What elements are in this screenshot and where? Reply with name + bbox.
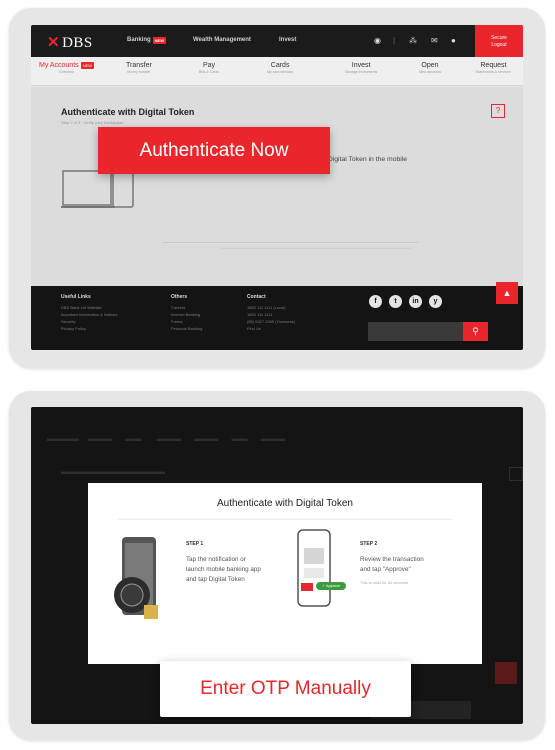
modal-divider [118, 519, 452, 520]
sub-navigation: My Accounts NEW Overview Transfer Money tra… [31, 57, 523, 86]
footer-link[interactable]: DBS Bank Ltd Website [61, 305, 102, 310]
footer-link[interactable]: Internet Banking [171, 312, 200, 317]
facebook-icon[interactable]: f [369, 295, 382, 308]
user-icon[interactable]: ● [451, 36, 456, 45]
divider [163, 242, 418, 243]
footer-contact-line[interactable]: Find Us [247, 326, 261, 331]
background-scroll-ghost [495, 662, 517, 684]
background-help-ghost [509, 467, 523, 481]
subnav-invest[interactable]: Invest Manage investments [345, 62, 377, 74]
footer-link[interactable]: Forms [171, 319, 182, 324]
subnav-cards[interactable]: Cards My card services [267, 62, 293, 74]
location-search-button[interactable]: ⚲ [463, 322, 488, 341]
footer-link[interactable]: Privacy Policy [61, 326, 86, 331]
footer-link[interactable]: Security [61, 319, 75, 324]
approve-button-illustration: ✓ Approve [316, 582, 346, 590]
divider-icon: | [393, 36, 396, 45]
topnav-banking[interactable]: Banking NEW [127, 37, 167, 44]
step1-text-line: launch mobile banking app [186, 566, 261, 573]
eye-icon[interactable]: ◉ [374, 36, 381, 45]
subnav-transfer[interactable]: Transfer Money transfer [126, 62, 152, 74]
tablet-frame-top: ✕ DBS Banking NEW Wealth Management Invest… [9, 8, 545, 368]
mail-icon[interactable]: ✉ [431, 36, 438, 45]
logout-button[interactable]: Secure Logout [475, 25, 523, 57]
footer-search-input[interactable] [368, 322, 463, 341]
scroll-to-top-button[interactable]: ▲ [496, 282, 518, 304]
network-icon[interactable]: ⁂ [409, 36, 417, 45]
footer-link[interactable]: Personal Banking [171, 326, 202, 331]
digital-token-modal: Authenticate with Digital Token STEP 1 T… [88, 483, 482, 664]
footer: ▲ Useful Links DBS Bank Ltd Website Impo… [31, 282, 523, 350]
step2-note: This is valid for 60 seconds [360, 580, 409, 585]
step2-label: STEP 2 [360, 541, 378, 547]
subnav-my-accounts[interactable]: My Accounts NEW Overview [39, 62, 95, 74]
enter-otp-manually-button[interactable]: Enter OTP Manually [160, 661, 411, 717]
screen-token-modal: ▬▬▬▬ ▬▬▬ ▬▬ ▬▬▬ ▬▬▬ ▬▬ ▬▬▬ ▬▬▬▬▬▬▬▬▬▬▬▬▬… [31, 407, 523, 724]
dbs-star-icon: ✕ [47, 34, 61, 51]
subnav-open[interactable]: Open New accounts [419, 62, 441, 74]
step2-text-line: and tap "Approve" [360, 566, 411, 573]
step1-label: STEP 1 [186, 541, 204, 547]
screen-authenticate-page: ✕ DBS Banking NEW Wealth Management Invest… [31, 25, 523, 350]
tablet-frame-bottom: ▬▬▬▬ ▬▬▬ ▬▬ ▬▬▬ ▬▬▬ ▬▬ ▬▬▬ ▬▬▬▬▬▬▬▬▬▬▬▬▬… [9, 391, 545, 740]
youtube-icon[interactable]: y [429, 295, 442, 308]
subnav-pay[interactable]: Pay Bills & Cards [199, 62, 219, 74]
topnav-invest[interactable]: Invest [279, 37, 296, 43]
divider [221, 248, 411, 249]
page-title: Authenticate with Digital Token [61, 107, 195, 117]
main-content: Authenticate with Digital Token Step 2 o… [31, 87, 523, 286]
top-bar: ✕ DBS Banking NEW Wealth Management Invest… [31, 25, 523, 57]
footer-link[interactable]: Careers [171, 305, 185, 310]
footer-contact-line: (65) 6327 2265 (Overseas) [247, 319, 296, 324]
phone-token-illustration [114, 537, 158, 619]
step1-text-line: Tap the notification or [186, 556, 246, 563]
background-nav-ghost: ▬▬▬▬ ▬▬▬ ▬▬ ▬▬▬ ▬▬▬ ▬▬ ▬▬▬ [47, 434, 285, 443]
footer-heading-links: Useful Links [61, 294, 91, 300]
authenticate-now-button[interactable]: Authenticate Now [98, 127, 330, 174]
background-title-ghost: ▬▬▬▬▬▬▬▬▬▬▬▬▬ [61, 467, 165, 476]
modal-title: Authenticate with Digital Token [216, 498, 353, 509]
help-button[interactable]: ? [491, 104, 505, 118]
step1-text-line: and tap Digital Token [186, 576, 245, 583]
dbs-logo[interactable]: ✕ DBS [47, 33, 93, 52]
footer-contact-line: 1800 111 1111 [247, 312, 273, 317]
linkedin-icon[interactable]: in [409, 295, 422, 308]
phone-approve-illustration [297, 529, 331, 607]
footer-heading-others: Others [171, 294, 188, 300]
footer-heading-contact: Contact [247, 294, 266, 300]
step2-text-line: Review the transaction [360, 556, 424, 563]
footer-link[interactable]: Important Information & Notices [61, 312, 117, 317]
subnav-request[interactable]: Request Statements & services [476, 62, 511, 74]
topnav-wealth[interactable]: Wealth Management [193, 37, 251, 43]
twitter-icon[interactable]: t [389, 295, 402, 308]
new-badge: NEW [152, 37, 167, 44]
footer-contact-line: 1800 111 1111 (Local) [247, 305, 286, 310]
page-subtitle: Step 2 of 3 · Verify your transaction [61, 120, 124, 125]
